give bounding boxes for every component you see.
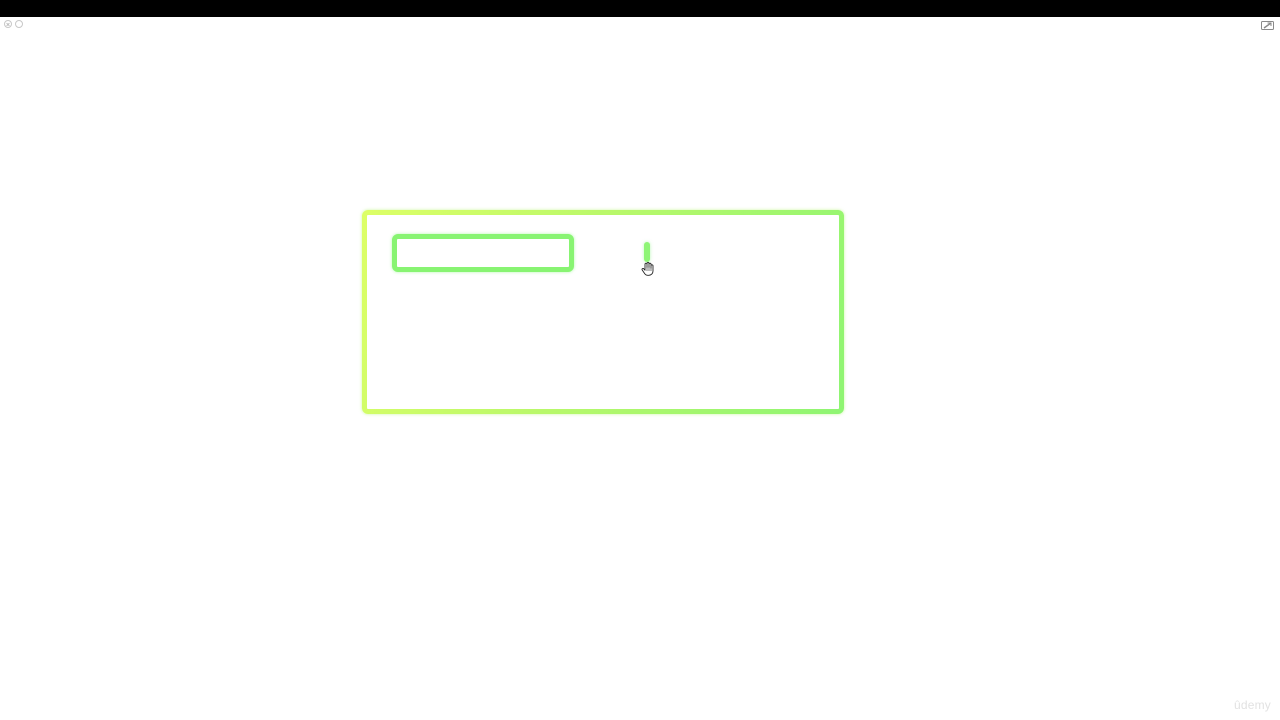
window-controls <box>4 20 23 28</box>
picture-in-picture-icon[interactable] <box>1261 21 1274 30</box>
inner-rectangle-box <box>392 234 574 272</box>
udemy-watermark: ûdemy <box>1233 698 1271 712</box>
vertical-caret-bar <box>644 242 650 262</box>
close-icon[interactable] <box>4 20 12 28</box>
top-black-bar <box>0 0 1280 17</box>
hand-pointer-icon <box>641 262 654 276</box>
circle-icon[interactable] <box>15 20 23 28</box>
